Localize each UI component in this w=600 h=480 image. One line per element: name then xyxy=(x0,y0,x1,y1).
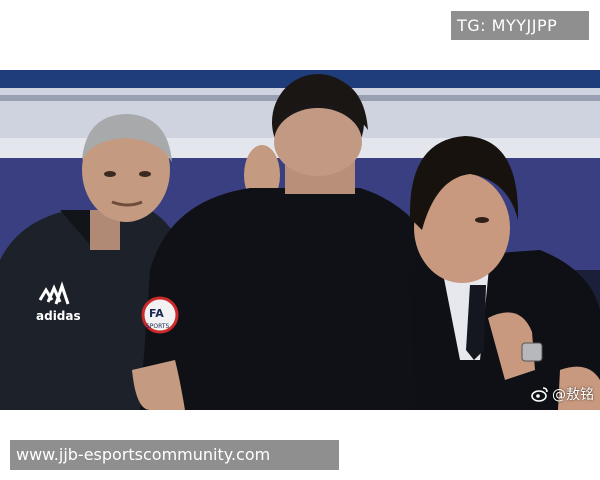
weibo-watermark: @敖铭 xyxy=(531,384,594,404)
photo-illustration: adidas FA SPORTS xyxy=(0,70,600,410)
adidas-logo-text: adidas xyxy=(36,309,81,323)
sports-badge-text: SPORTS xyxy=(146,323,170,330)
match-photo: adidas FA SPORTS @敖铭 xyxy=(0,70,600,410)
telegram-badge: TG: MYYJJPP xyxy=(451,11,589,40)
weibo-watermark-text: @敖铭 xyxy=(552,387,594,403)
weibo-icon xyxy=(531,386,549,402)
website-url-banner: www.jjb-esportscommunity.com xyxy=(10,440,339,470)
fa-badge-text: FA xyxy=(149,307,164,320)
